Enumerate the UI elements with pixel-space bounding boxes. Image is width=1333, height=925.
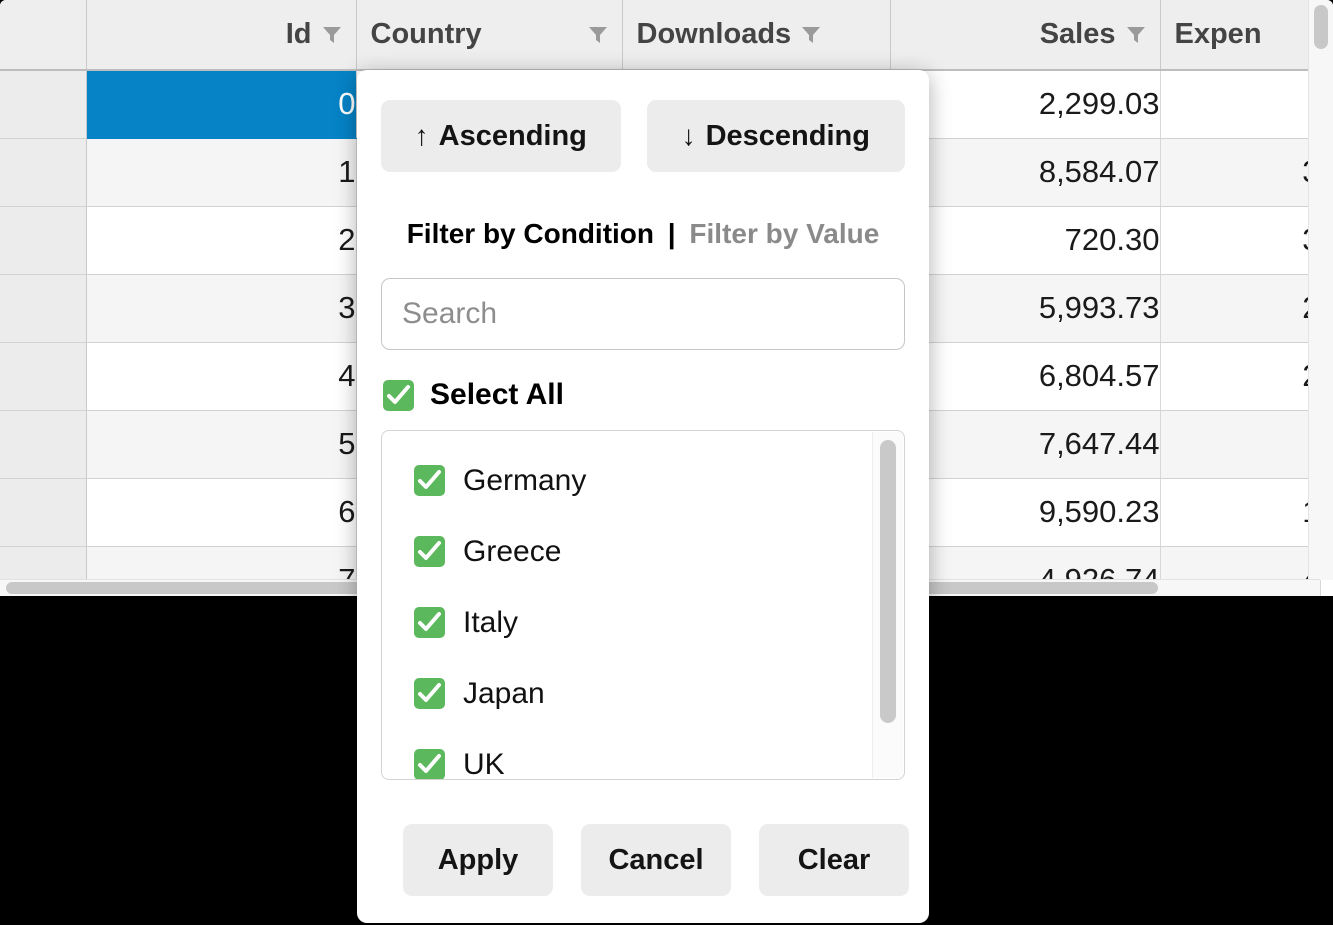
- cell-id[interactable]: 4: [86, 342, 357, 411]
- column-header-sales-label: Sales: [1039, 18, 1116, 50]
- column-filter-popup: ↑ Ascending ↓ Descending Filter by Condi…: [357, 70, 929, 923]
- sort-descending-label: Descending: [705, 119, 870, 152]
- cell-expenses[interactable]: [1160, 70, 1321, 139]
- screen-root: Id Country Downloads Sales Expen 0 2,299…: [0, 0, 1333, 925]
- cancel-button[interactable]: Cancel: [581, 824, 731, 896]
- cell-expenses[interactable]: [1160, 410, 1321, 479]
- cell-sales[interactable]: 9,590.23: [890, 478, 1161, 547]
- column-header-id[interactable]: Id: [86, 0, 357, 71]
- filter-value-label: Greece: [463, 534, 562, 568]
- filter-value-checkbox[interactable]: [414, 678, 445, 709]
- filter-icon[interactable]: [1126, 25, 1146, 45]
- row-index-cell[interactable]: [0, 274, 87, 343]
- filter-icon[interactable]: [801, 25, 821, 45]
- select-all-row[interactable]: Select All: [383, 378, 905, 412]
- select-all-checkbox[interactable]: [383, 379, 414, 411]
- grid-vertical-scrollbar[interactable]: [1308, 0, 1333, 580]
- filter-mode-separator: |: [667, 218, 676, 249]
- filter-value-label: Germany: [463, 463, 587, 497]
- sort-descending-button[interactable]: ↓ Descending: [646, 100, 905, 172]
- cell-sales[interactable]: 7,647.44: [890, 410, 1161, 479]
- filter-value-label: Japan: [463, 676, 545, 710]
- filter-mode-switch: Filter by Condition | Filter by Value: [381, 218, 905, 250]
- cell-id[interactable]: 6: [86, 478, 357, 547]
- filter-value-checkbox[interactable]: [414, 607, 445, 638]
- cell-id[interactable]: 0: [86, 70, 357, 139]
- cell-expenses[interactable]: 1: [1160, 478, 1321, 547]
- filter-value-item[interactable]: Japan: [414, 658, 880, 729]
- select-all-label: Select All: [430, 378, 564, 411]
- row-index-cell[interactable]: [0, 206, 87, 275]
- cell-expenses[interactable]: 2: [1160, 342, 1321, 411]
- cell-sales[interactable]: 2,299.03: [890, 70, 1161, 139]
- filter-value-checkbox[interactable]: [414, 536, 445, 567]
- column-header-id-label: Id: [285, 18, 312, 50]
- filter-value-list-scrollbar[interactable]: [872, 432, 903, 778]
- header-row: Id Country Downloads Sales Expen: [0, 0, 1321, 71]
- filter-search-input[interactable]: [381, 278, 905, 350]
- cell-expenses[interactable]: 2: [1160, 274, 1321, 343]
- column-header-sales[interactable]: Sales: [890, 0, 1161, 71]
- column-header-country[interactable]: Country: [356, 0, 623, 71]
- arrow-down-icon: ↓: [681, 120, 696, 151]
- column-header-country-label: Country: [370, 18, 482, 50]
- cell-id[interactable]: 5: [86, 410, 357, 479]
- filter-value-item[interactable]: Greece: [414, 516, 880, 587]
- filter-value-list: Germany Greece Italy Japan UK: [381, 430, 905, 780]
- row-index-cell[interactable]: [0, 410, 87, 479]
- column-header-expenses[interactable]: Expen: [1160, 0, 1321, 71]
- cell-id[interactable]: 1: [86, 138, 357, 207]
- filter-by-condition-tab[interactable]: Filter by Condition: [407, 218, 654, 249]
- cell-id[interactable]: 2: [86, 206, 357, 275]
- sort-button-group: ↑ Ascending ↓ Descending: [381, 100, 905, 172]
- cell-expenses[interactable]: 3: [1160, 206, 1321, 275]
- filter-value-checkbox[interactable]: [414, 465, 445, 496]
- filter-value-item[interactable]: Italy: [414, 587, 880, 658]
- clear-button[interactable]: Clear: [759, 824, 909, 896]
- column-header-rowindex: [0, 0, 87, 71]
- filter-value-items: Germany Greece Italy Japan UK: [382, 431, 880, 780]
- filter-value-label: Italy: [463, 605, 519, 639]
- cell-sales[interactable]: 5,993.73: [890, 274, 1161, 343]
- filter-icon[interactable]: [588, 25, 608, 45]
- grid-vertical-scrollbar-thumb[interactable]: [1314, 5, 1328, 49]
- popup-action-buttons: Apply Cancel Clear: [381, 824, 909, 896]
- sort-ascending-button[interactable]: ↑ Ascending: [381, 100, 621, 172]
- filter-value-list-scrollbar-thumb[interactable]: [880, 440, 896, 723]
- filter-value-checkbox[interactable]: [414, 749, 445, 779]
- cell-sales[interactable]: 8,584.07: [890, 138, 1161, 207]
- row-index-cell[interactable]: [0, 138, 87, 207]
- column-header-downloads[interactable]: Downloads: [622, 0, 891, 71]
- column-header-expenses-label: Expen: [1174, 18, 1262, 50]
- arrow-up-icon: ↑: [414, 120, 429, 151]
- table-header: Id Country Downloads Sales Expen: [0, 0, 1321, 71]
- filter-icon[interactable]: [322, 25, 342, 45]
- filter-value-label: UK: [463, 747, 505, 780]
- cell-sales[interactable]: 720.30: [890, 206, 1161, 275]
- row-index-cell[interactable]: [0, 70, 87, 139]
- row-index-cell[interactable]: [0, 342, 87, 411]
- apply-button[interactable]: Apply: [403, 824, 553, 896]
- filter-by-value-tab[interactable]: Filter by Value: [689, 218, 879, 249]
- cell-sales[interactable]: 6,804.57: [890, 342, 1161, 411]
- filter-value-item[interactable]: Germany: [414, 445, 880, 516]
- row-index-cell[interactable]: [0, 478, 87, 547]
- column-header-downloads-label: Downloads: [636, 18, 792, 50]
- cell-expenses[interactable]: 3: [1160, 138, 1321, 207]
- cell-id[interactable]: 3: [86, 274, 357, 343]
- sort-ascending-label: Ascending: [438, 119, 587, 152]
- filter-value-item[interactable]: UK: [414, 729, 880, 780]
